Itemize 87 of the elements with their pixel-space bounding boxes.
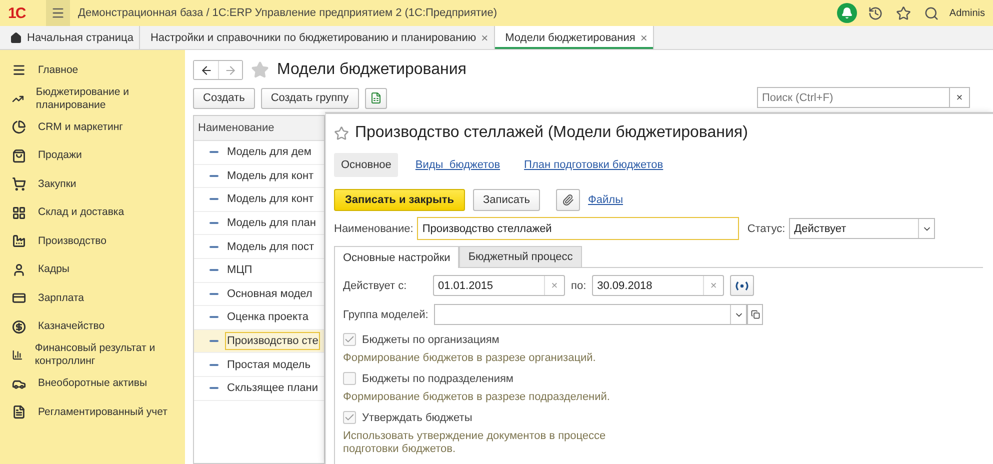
date-field[interactable]: 01.01.2015 × xyxy=(433,275,565,296)
field-label: Группа моделей: xyxy=(343,308,428,320)
search-field[interactable]: Поиск (Ctrl+F) xyxy=(757,87,950,108)
grid-icon xyxy=(12,206,26,220)
person-icon xyxy=(12,262,26,277)
checkbox[interactable] xyxy=(343,411,356,424)
name-field[interactable]: Производство стеллажей xyxy=(417,217,740,240)
table-row[interactable]: Основная модел xyxy=(194,282,324,306)
cart-icon xyxy=(12,177,26,192)
sidebar-item[interactable]: Бюджетирование и планирование xyxy=(0,84,185,113)
sidebar-item[interactable]: CRM и маркетинг xyxy=(0,113,185,142)
page-title: Модели бюджетирования xyxy=(277,61,466,79)
sidebar-item[interactable]: Производство xyxy=(0,227,185,256)
date-field[interactable]: 30.09.2018 × xyxy=(592,275,724,296)
menu-icon xyxy=(12,63,26,78)
hint-text: Формирование бюджетов в разрезе организаций. xyxy=(343,352,597,365)
document-icon xyxy=(12,405,26,420)
field-label: Наименование: xyxy=(334,222,414,234)
bag-icon xyxy=(12,148,26,163)
tab[interactable]: Основные настройки xyxy=(334,246,460,268)
close-icon[interactable]: × xyxy=(481,30,488,44)
sidebar-item[interactable]: Склад и доставка xyxy=(0,198,185,227)
sidebar-item[interactable]: Внеоборотные активы xyxy=(0,370,185,398)
factory-icon xyxy=(12,234,26,248)
bell-icon[interactable] xyxy=(837,3,858,23)
tab[interactable]: Бюджетный процесс xyxy=(459,246,582,267)
field-label: Действует с: xyxy=(343,280,408,292)
card-icon xyxy=(12,291,26,306)
sidebar-item[interactable]: Зарплата xyxy=(0,284,185,312)
sidebar-item[interactable]: Финансовый результат и контроллинг xyxy=(0,341,185,370)
tab-label: Начальная страница xyxy=(27,32,134,44)
sidebar-item[interactable]: Продажи xyxy=(0,142,185,170)
pie-chart-icon xyxy=(12,120,26,134)
user-name[interactable]: Adminis xyxy=(949,8,985,18)
copy-icon xyxy=(750,310,760,319)
tab-label: Модели бюджетирования xyxy=(505,32,636,44)
tab[interactable]: Модели бюджетирования × xyxy=(495,26,654,49)
table-row[interactable]: Модель для конт xyxy=(194,164,324,188)
paperclip-icon xyxy=(562,194,574,206)
open-button[interactable] xyxy=(747,304,764,325)
checkbox-label: Бюджеты по подразделениям xyxy=(362,372,514,384)
logo: 1С xyxy=(8,4,27,22)
report-button[interactable] xyxy=(364,88,387,108)
tab[interactable]: Начальная страница xyxy=(0,26,140,49)
table-row[interactable]: Производство сте xyxy=(194,330,324,354)
nav-link[interactable]: Основное xyxy=(334,152,398,176)
menu-button[interactable] xyxy=(46,0,70,26)
toolbar-button[interactable]: Создать xyxy=(193,88,255,108)
window-title: Демонстрационная база / 1С:ERP Управление предприятием 2 (1С:Предприятие) xyxy=(78,7,498,19)
period-icon xyxy=(735,280,750,290)
sidebar-item[interactable]: Главное xyxy=(0,56,185,84)
column-header[interactable]: Наименование xyxy=(194,116,324,141)
checkbox[interactable] xyxy=(343,372,356,385)
sidebar-item[interactable]: Закупки xyxy=(0,170,185,198)
nav-link[interactable]: План подготовки бюджетов xyxy=(517,152,670,176)
status-select[interactable]: Действует xyxy=(789,218,936,239)
period-button[interactable] xyxy=(730,275,754,296)
sidebar-item[interactable]: Регламентированный учет xyxy=(0,398,185,426)
checkbox-label: Утверждать бюджеты xyxy=(362,412,472,424)
save-close-button[interactable]: Записать и закрыть xyxy=(334,189,466,211)
spreadsheet-icon xyxy=(370,92,382,104)
toolbar-button[interactable]: Создать группу xyxy=(260,88,359,108)
arrow-left-icon xyxy=(200,64,212,76)
checkbox[interactable] xyxy=(343,333,356,346)
tab-label: Настройки и справочники по бюджетированию и планированию xyxy=(150,32,476,44)
files-link[interactable]: Файлы xyxy=(588,194,623,206)
form-title: Производство стеллажей (Модели бюджетирования) xyxy=(355,124,748,142)
sidebar-item[interactable]: Казначейство xyxy=(0,312,185,341)
sidebar-item[interactable]: Кадры xyxy=(0,256,185,284)
close-icon[interactable]: × xyxy=(640,30,648,44)
field-label: Статус: xyxy=(747,222,786,234)
bar-chart-icon xyxy=(12,348,23,362)
clear-button[interactable]: × xyxy=(950,87,970,108)
field-label: по: xyxy=(571,280,586,292)
hint-text: Формирование бюджетов в разрезе подразделений. xyxy=(343,391,611,404)
star-icon[interactable] xyxy=(334,126,349,140)
home-icon xyxy=(10,32,22,44)
checkbox-label: Бюджеты по организациям xyxy=(362,334,500,346)
arrow-right-icon xyxy=(224,64,237,76)
menu-icon xyxy=(51,6,65,20)
nav-link[interactable]: Виды бюджетов xyxy=(408,152,508,176)
coin-icon xyxy=(12,320,26,334)
hint-text: Использовать утверждение документов в процессе подготовки бюджетов. xyxy=(343,430,607,456)
save-button[interactable]: Записать xyxy=(473,189,540,211)
star-icon[interactable] xyxy=(251,61,269,79)
attach-button[interactable] xyxy=(556,189,580,211)
group-field[interactable] xyxy=(434,304,748,325)
